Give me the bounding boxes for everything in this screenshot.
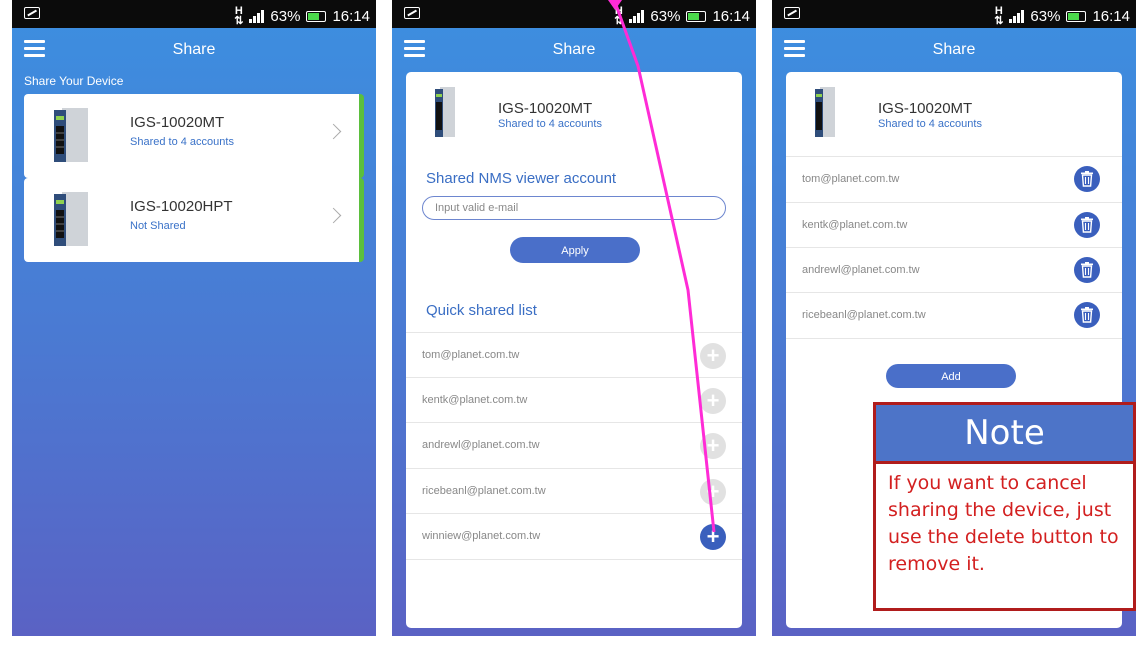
- annotation-arrow: [608, 0, 716, 533]
- annotation-line: [613, 1, 716, 533]
- arrow-head-icon: [608, 0, 622, 10]
